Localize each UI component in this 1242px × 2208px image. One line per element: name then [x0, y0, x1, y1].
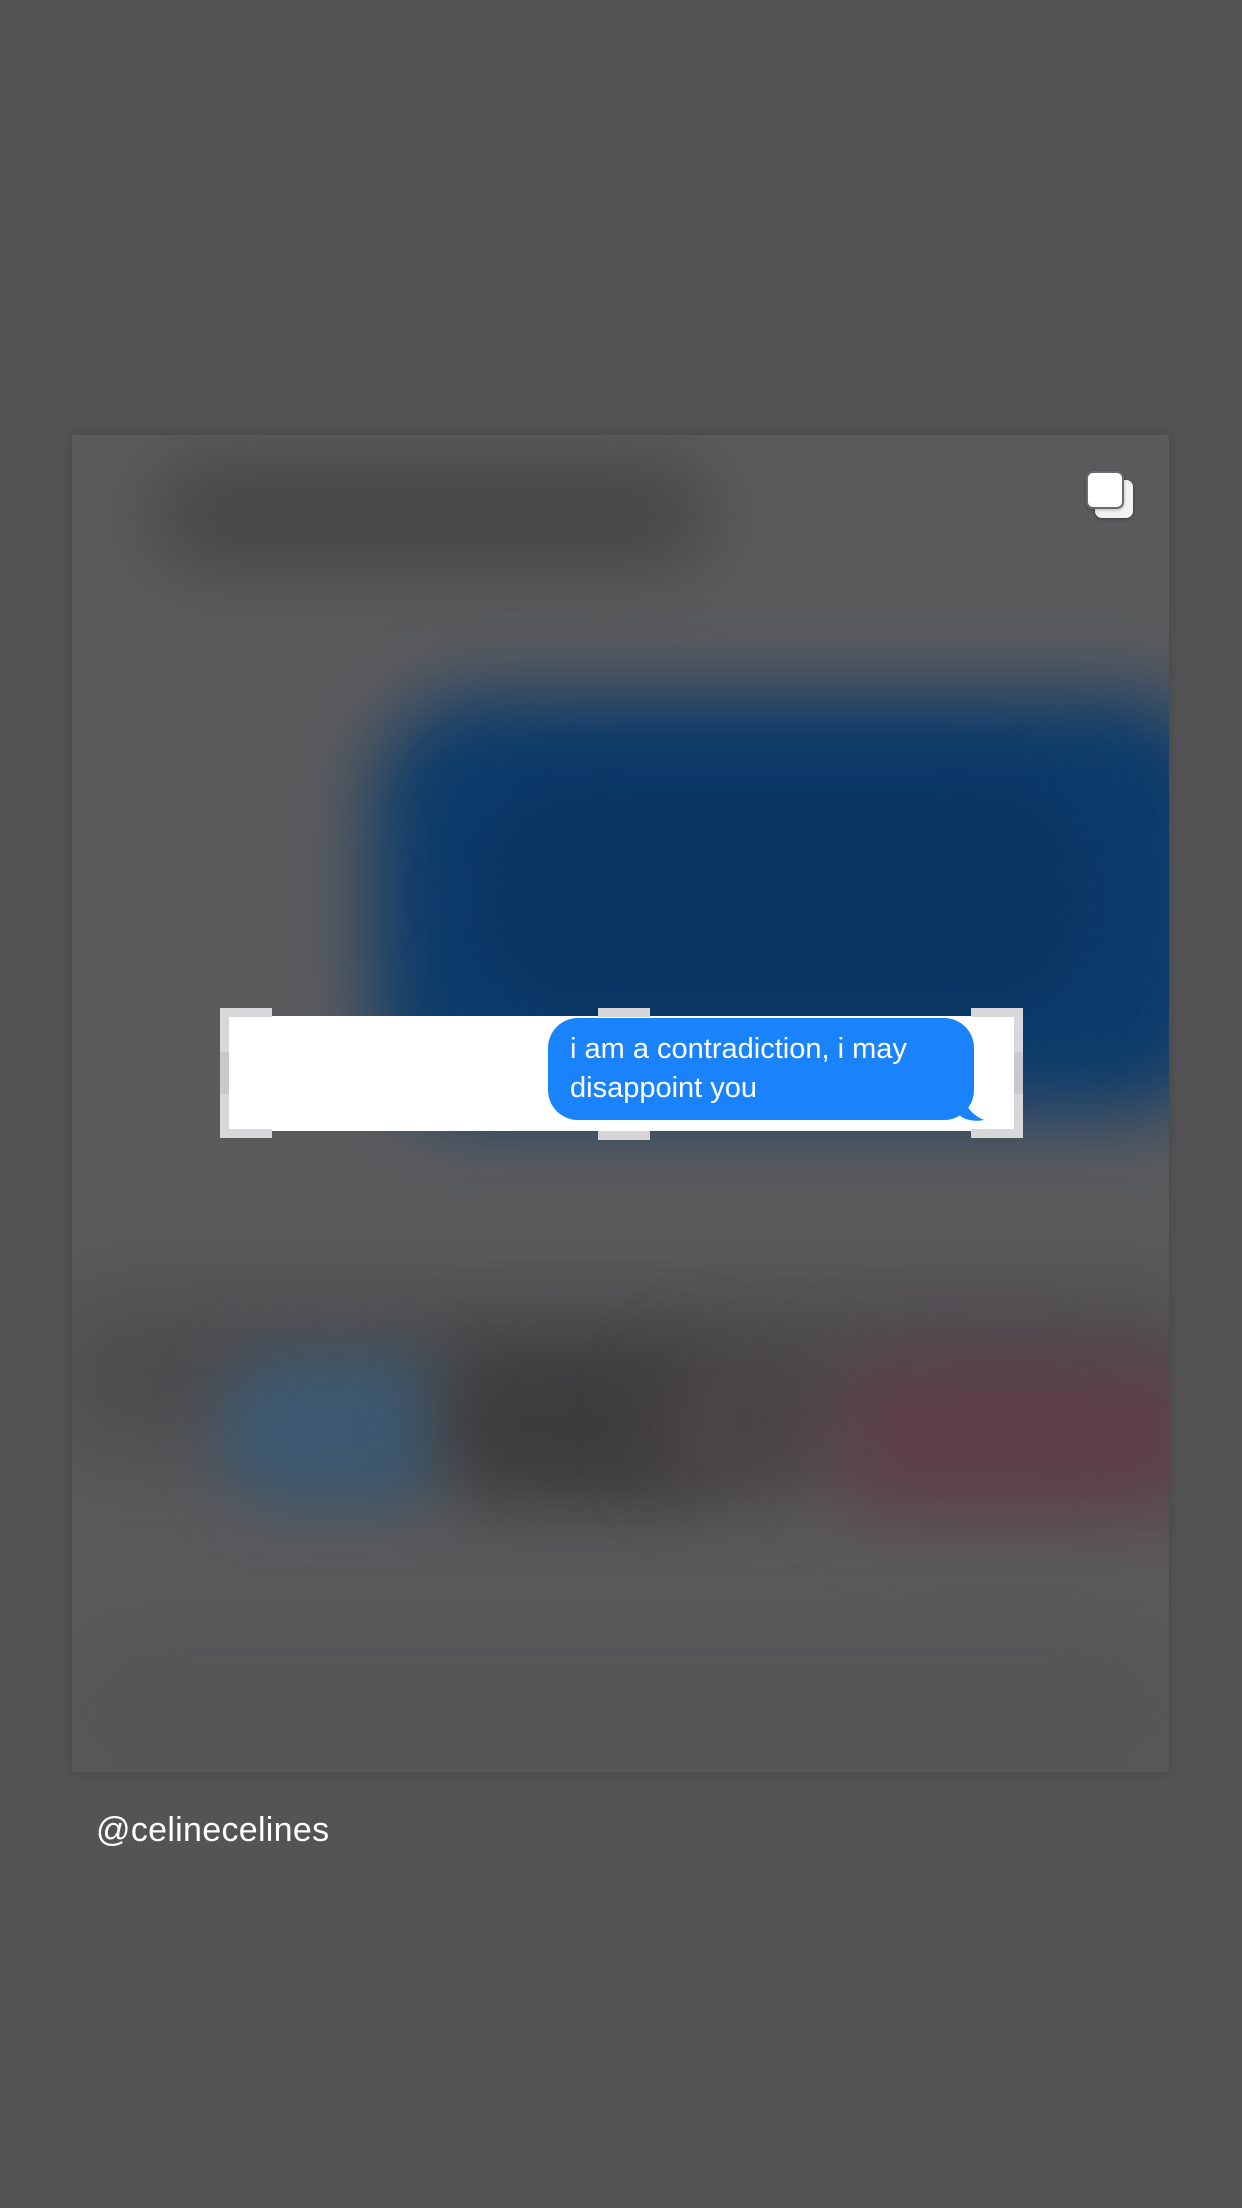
photo-stack-front	[1086, 471, 1124, 509]
imessage-bubble: i am a contradiction, i may disappoint y…	[548, 1018, 974, 1120]
crop-handle-top[interactable]	[598, 1008, 650, 1017]
blur-brown-shape	[652, 1355, 832, 1495]
crop-edge	[220, 1129, 272, 1138]
crop-handle-bottom[interactable]	[598, 1131, 650, 1140]
bubble-tail-icon	[958, 1090, 984, 1121]
message-text-line-2: disappoint you	[570, 1072, 758, 1104]
blur-blue-inner-shape	[472, 775, 1092, 1015]
multiple-photos-icon[interactable]	[1086, 471, 1136, 521]
blur-shape	[152, 465, 712, 565]
blur-teal-shape	[222, 1355, 452, 1505]
username-label[interactable]: @celinecelines	[96, 1811, 329, 1850]
blur-bottom-shape	[72, 1615, 1169, 1772]
blur-red-shape	[832, 1355, 1169, 1515]
message-text-line-1: i am a contradiction, i may	[570, 1033, 907, 1065]
crop-edge	[971, 1129, 1023, 1138]
crop-handle-right[interactable]	[1014, 1052, 1023, 1094]
crop-handle-left[interactable]	[220, 1052, 229, 1094]
